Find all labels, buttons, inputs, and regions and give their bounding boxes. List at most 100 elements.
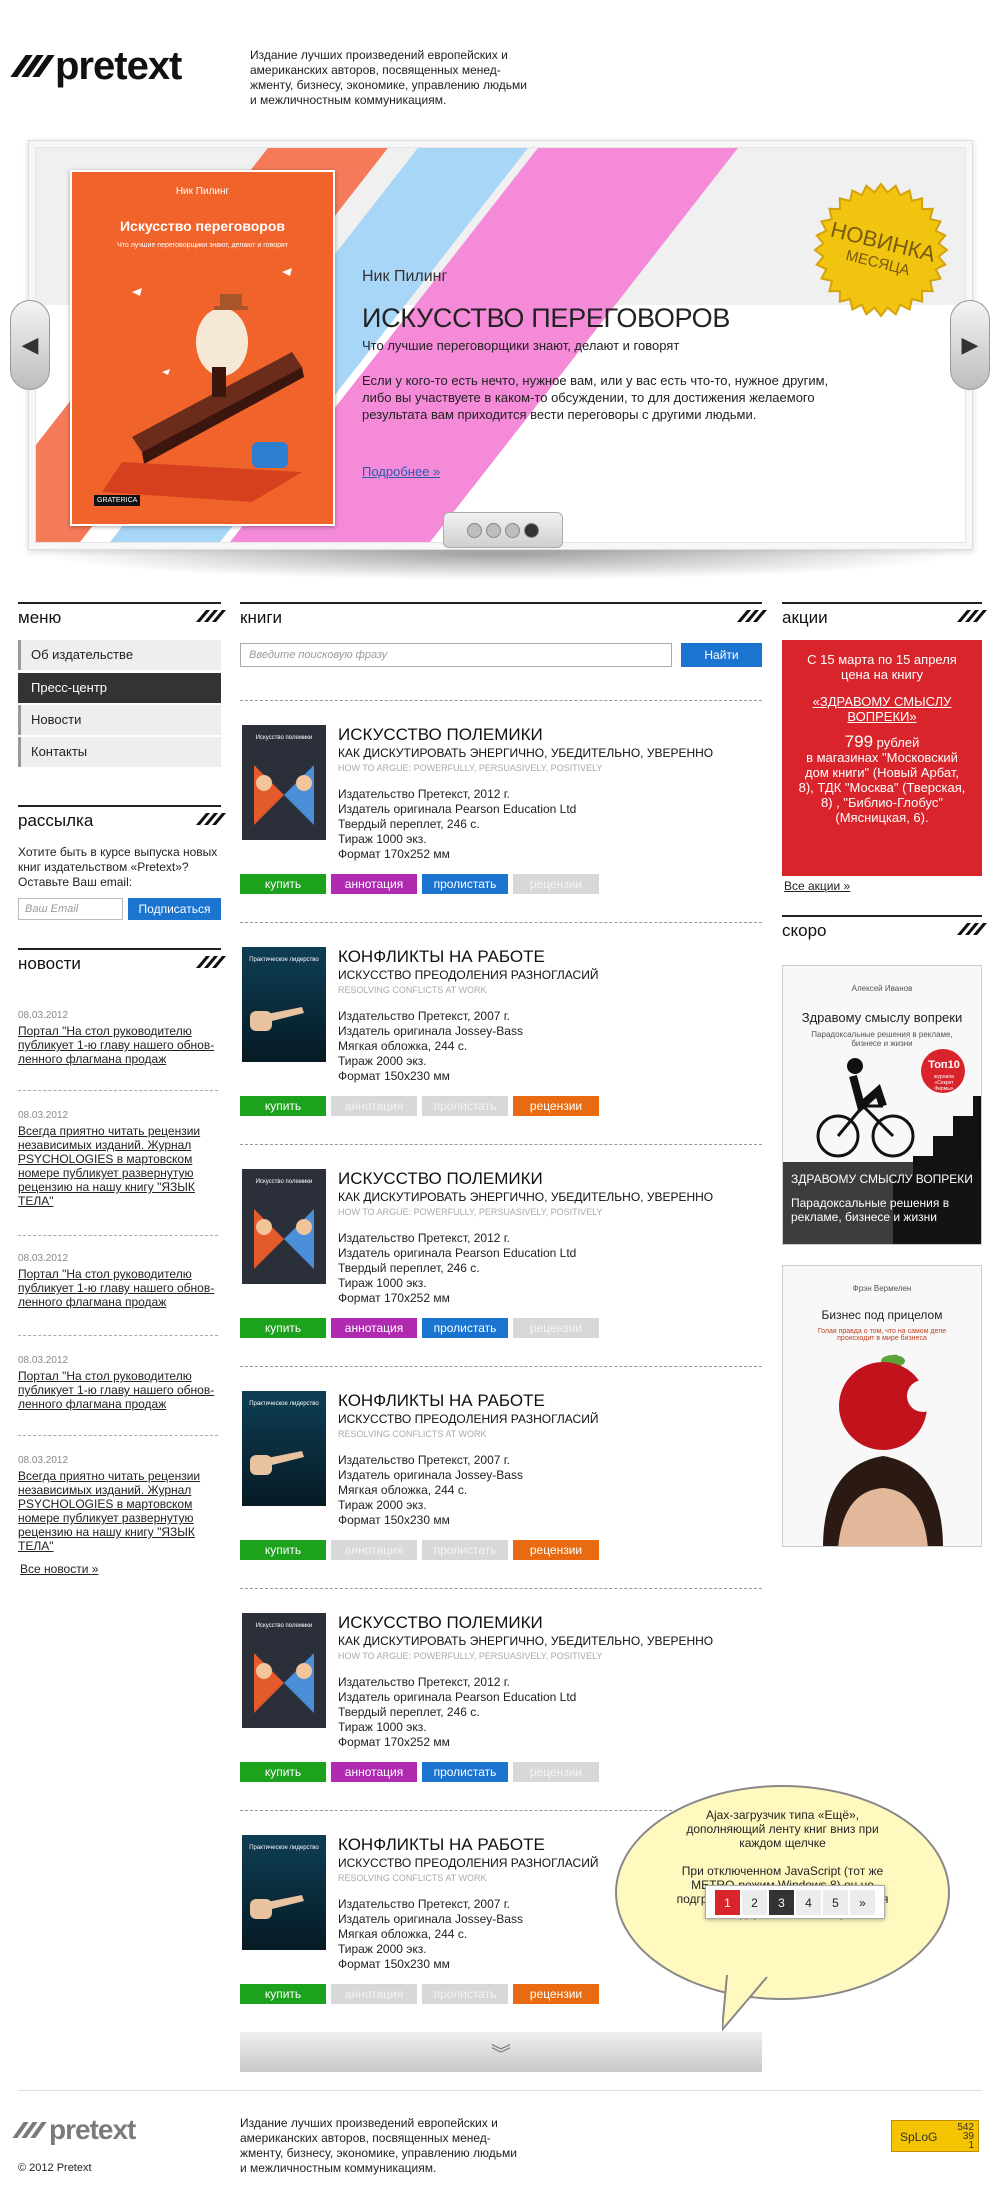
buy-button[interactable]: купить (240, 1096, 326, 1116)
paginator: 1 2 3 4 5» (705, 1885, 885, 1919)
menu-item-contacts[interactable]: Контакты (18, 737, 221, 767)
book-detail-publisher: Издательство Претекст, 2012 г. (338, 787, 511, 801)
book-detail-print: Тираж 2000 экз. (338, 1498, 427, 1512)
slider-prev-button[interactable]: ◀ (10, 300, 50, 390)
reviews-button[interactable]: рецензии (513, 1984, 599, 2004)
visit-counter[interactable]: SpLoG 542 39 1 (891, 2120, 979, 2152)
promo-link[interactable]: «ЗДРАВОМУ СМЫСЛУ ВОПРЕКИ» (782, 694, 982, 724)
pager-page-2[interactable]: 2 (742, 1889, 767, 1915)
book-details: Издательство Претекст, 2007 г. Издатель о… (338, 1453, 762, 1528)
double-chevron-down-icon: ︾ (491, 2043, 511, 2066)
news-date: 08.03.2012 (18, 1110, 69, 1121)
annotation-button[interactable]: аннотация (331, 1540, 417, 1560)
buy-button[interactable]: купить (240, 1984, 326, 2004)
book-english-title: RESOLVING CONFLICTS AT WORK (338, 1429, 487, 1439)
all-news-link[interactable]: Все новости » (20, 1562, 98, 1576)
reviews-button[interactable]: рецензии (513, 1096, 599, 1116)
buy-button[interactable]: купить (240, 1540, 326, 1560)
counter-label: SpLoG (900, 2130, 938, 2144)
book-title[interactable]: ИСКУССТВО ПОЛЕМИКИ (338, 725, 762, 745)
soon-book-1[interactable]: Алексей Иванов Здравому смыслу вопреки П… (782, 965, 982, 1245)
reviews-button[interactable]: рецензии (513, 1762, 599, 1782)
search-input[interactable]: Введите поисковую фразу (240, 643, 672, 667)
book-divider (240, 1144, 762, 1145)
book-cover[interactable]: Практическое лидерство (242, 947, 326, 1062)
news-link[interactable]: Всегда приятно читать рецензии независим… (18, 1124, 223, 1208)
book-detail-publisher: Издательство Претекст, 2012 г. (338, 1231, 511, 1245)
cover-brand: GRATERICA (94, 495, 141, 506)
book-details: Издательство Претекст, 2007 г. Издатель о… (338, 1009, 762, 1084)
menu-title: меню (18, 608, 62, 627)
reviews-button[interactable]: рецензии (513, 1540, 599, 1560)
header-slashes-icon (195, 813, 227, 825)
slider-dot[interactable] (467, 522, 482, 538)
browse-button[interactable]: пролистать (422, 1540, 508, 1560)
slider-dot[interactable] (505, 522, 520, 538)
subscribe-title: рассылка (18, 811, 94, 830)
annotation-button[interactable]: аннотация (331, 1096, 417, 1116)
book-cover[interactable]: Практическое лидерство (242, 1835, 326, 1950)
browse-button[interactable]: пролистать (422, 1984, 508, 2004)
logo[interactable]: pretext (10, 44, 182, 88)
browse-button[interactable]: пролистать (422, 1096, 508, 1116)
browse-button[interactable]: пролистать (422, 874, 508, 894)
book-cover[interactable]: Искусство полемики (242, 1613, 326, 1728)
soon1-overlay-subtitle: Парадоксальные решения в рекламе, бизнес… (791, 1196, 950, 1224)
book-cover-title: Искусство полемики (255, 735, 313, 741)
soon-book-2[interactable]: Фрэн Вермелен Бизнес под прицелом Голая … (782, 1265, 982, 1547)
slider-next-button[interactable]: ▶ (950, 300, 990, 390)
soon-header: скоро (782, 915, 988, 941)
book-cover[interactable]: Искусство полемики (242, 725, 326, 840)
browse-button[interactable]: пролистать (422, 1318, 508, 1338)
book-cover[interactable]: Искусство полемики (242, 1169, 326, 1284)
book-title[interactable]: КОНФЛИКТЫ НА РАБОТЕ (338, 947, 762, 967)
search-button[interactable]: Найти (681, 643, 762, 667)
email-field[interactable]: Ваш Email (18, 898, 123, 920)
all-promos-link[interactable]: Все акции » (784, 879, 850, 893)
slide-more-link[interactable]: Подробнее » (362, 464, 440, 479)
featured-book-cover[interactable]: Ник Пилинг Искусство переговоров Что луч… (70, 170, 335, 526)
pager-page-5[interactable]: 5 (823, 1889, 848, 1915)
book-title[interactable]: ИСКУССТВО ПОЛЕМИКИ (338, 1169, 762, 1189)
news-link[interactable]: Портал "На стол руководителю публикует 1… (18, 1024, 223, 1066)
annotation-button[interactable]: аннотация (331, 1318, 417, 1338)
menu-item-about[interactable]: Об издательстве (18, 640, 221, 670)
news-link[interactable]: Всегда приятно читать рецензии независим… (18, 1469, 223, 1553)
annotation-button[interactable]: аннотация (331, 874, 417, 894)
footer-logo[interactable]: pretext (12, 2116, 136, 2144)
annotation-button[interactable]: аннотация (331, 1984, 417, 2004)
browse-button[interactable]: пролистать (422, 1762, 508, 1782)
pager-page-3[interactable]: 3 (769, 1889, 794, 1915)
news-link[interactable]: Портал "На стол руководителю публикует 1… (18, 1267, 223, 1309)
subscribe-button[interactable]: Подписаться (128, 898, 221, 920)
footer-divider (18, 2090, 982, 2091)
pager-page-4[interactable]: 4 (796, 1889, 821, 1915)
buy-button[interactable]: купить (240, 1318, 326, 1338)
menu-item-press[interactable]: Пресс-центр (18, 673, 221, 703)
book-detail-format: Формат 170х252 мм (338, 1735, 450, 1749)
book-title[interactable]: ИСКУССТВО ПОЛЕМИКИ (338, 1613, 762, 1633)
buy-button[interactable]: купить (240, 874, 326, 894)
book-item: Практическое лидерство КОНФЛИКТЫ НА РАБОТ… (240, 947, 762, 1132)
book-cover[interactable]: Практическое лидерство (242, 1391, 326, 1506)
annotation-button[interactable]: аннотация (331, 1762, 417, 1782)
book-divider (240, 700, 762, 701)
pager-page-1[interactable]: 1 (715, 1889, 740, 1915)
reviews-button[interactable]: рецензии (513, 874, 599, 894)
pager-next-button[interactable]: » (850, 1889, 875, 1915)
menu-item-news[interactable]: Новости (18, 705, 221, 735)
book-divider (240, 1366, 762, 1367)
book-info: КОНФЛИКТЫ НА РАБОТЕ ИСКУССТВО ПРЕОДОЛЕНИЯ… (338, 1391, 762, 1528)
slider-dot[interactable] (486, 522, 501, 538)
load-more-button[interactable]: ︾ (240, 2032, 762, 2072)
news-divider (18, 1090, 218, 1091)
arrow-right-icon: ▶ (961, 332, 979, 357)
reviews-button[interactable]: рецензии (513, 1318, 599, 1338)
slider-dot[interactable] (524, 522, 539, 538)
copyright: © 2012 Pretext (18, 2162, 92, 2174)
news-link[interactable]: Портал "На стол руководителю публикует 1… (18, 1369, 223, 1411)
buy-button[interactable]: купить (240, 1762, 326, 1782)
book-item: Практическое лидерство КОНФЛИКТЫ НА РАБОТ… (240, 1391, 762, 1576)
book-title[interactable]: КОНФЛИКТЫ НА РАБОТЕ (338, 1391, 762, 1411)
logo-text: pretext (55, 44, 182, 88)
